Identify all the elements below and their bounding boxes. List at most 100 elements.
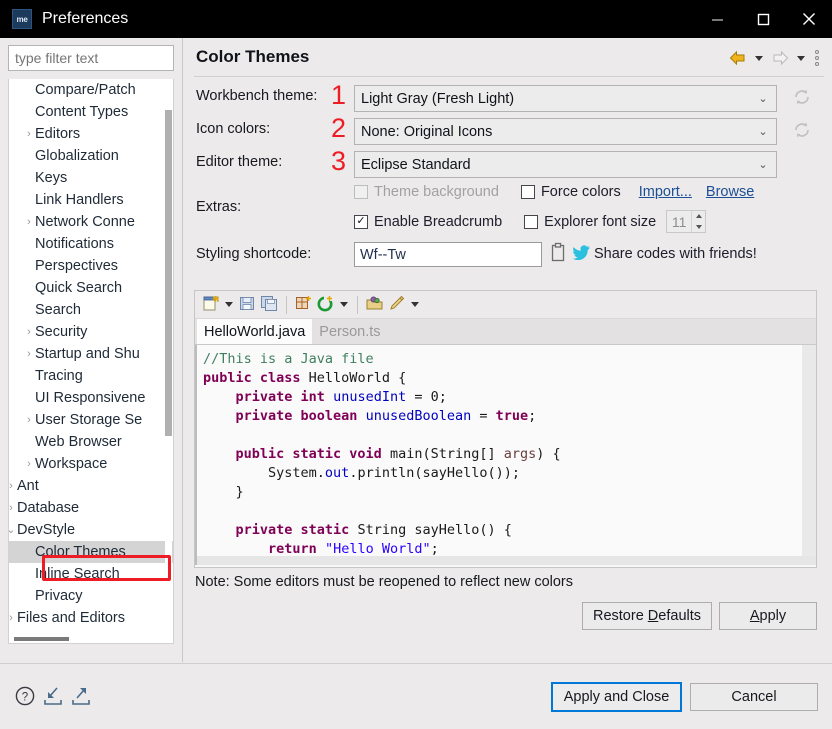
chevron-right-icon[interactable]: ›	[23, 409, 35, 431]
sidebar-item-notifications[interactable]: Notifications	[9, 233, 173, 255]
sidebar-item-label: Inline Search	[35, 566, 120, 582]
chevron-right-icon[interactable]: ›	[23, 343, 35, 365]
sidebar-item-devstyle[interactable]: ⌄DevStyle	[9, 519, 173, 541]
stepper-up-icon[interactable]	[692, 211, 705, 222]
browse-link[interactable]: Browse	[706, 184, 754, 200]
apply-and-close-button[interactable]: Apply and Close	[551, 682, 682, 712]
chevron-down-icon[interactable]: ⌄	[9, 519, 17, 541]
sidebar-item-link-handlers[interactable]: Link Handlers	[9, 189, 173, 211]
styling-shortcode-row: Styling shortcode: Wf--Tw Share codes wi…	[184, 237, 832, 273]
sidebar-item-network-conne[interactable]: › Network Conne	[9, 211, 173, 233]
explorer-font-size-checkbox[interactable]: Explorer font size	[524, 214, 656, 230]
sidebar-item-perspectives[interactable]: Perspectives	[9, 255, 173, 277]
stepper-buttons[interactable]	[691, 211, 705, 232]
import-link[interactable]: Import...	[639, 184, 692, 200]
code-vertical-scrollbar[interactable]	[802, 345, 816, 565]
styling-shortcode-input[interactable]: Wf--Tw	[354, 242, 542, 267]
minimize-button[interactable]	[694, 0, 740, 38]
twitter-bird-icon[interactable]	[572, 245, 590, 263]
close-button[interactable]	[786, 0, 832, 38]
tree-hscroll-thumb[interactable]	[14, 637, 69, 641]
sidebar-item-ui-responsivene[interactable]: UI Responsivene	[9, 387, 173, 409]
edit-pen-icon[interactable]	[387, 294, 406, 316]
theme-background-checkbox[interactable]: Theme background	[354, 184, 499, 200]
sidebar-item-color-themes[interactable]: Color Themes	[9, 541, 173, 563]
forward-dropdown-chevron-down-icon[interactable]	[794, 46, 808, 70]
edit-chevron-down-icon[interactable]	[409, 302, 421, 307]
sidebar-item-tracing[interactable]: Tracing	[9, 365, 173, 387]
code-token: main(String[]	[389, 446, 504, 462]
icon-colors-refresh-icon[interactable]	[792, 120, 814, 142]
sidebar-item-keys[interactable]: Keys	[9, 167, 173, 189]
sidebar-item-search[interactable]: Search	[9, 299, 173, 321]
sidebar-item-editors[interactable]: › Editors	[9, 123, 173, 145]
sidebar-item-files-and-editors[interactable]: › Files and Editors	[9, 607, 173, 629]
sidebar-item-ant[interactable]: › Ant	[9, 475, 173, 497]
sidebar-item-label: Link Handlers	[35, 192, 124, 208]
new-file-icon[interactable]	[201, 294, 220, 316]
new-file-chevron-down-icon[interactable]	[223, 302, 235, 307]
tree-scroll-thumb[interactable]	[165, 110, 172, 436]
force-colors-label: Force colors	[540, 184, 621, 200]
sidebar-item-database[interactable]: › Database	[9, 497, 173, 519]
workbench-theme-refresh-icon[interactable]	[792, 87, 814, 109]
preferences-tree[interactable]: Compare/Patch Content Types › Editors Global…	[8, 79, 174, 644]
workbench-theme-select[interactable]: Light Gray (Fresh Light) ⌄	[354, 85, 777, 112]
sidebar-item-startup-and-shu[interactable]: › Startup and Shu	[9, 343, 173, 365]
chevron-right-icon[interactable]: ›	[23, 321, 35, 343]
chevron-right-icon[interactable]: ›	[9, 497, 17, 519]
tree-horizontal-scrollbar[interactable]	[10, 637, 173, 642]
run-chevron-down-icon[interactable]	[338, 302, 350, 307]
preview-toolbar	[195, 291, 816, 319]
chevron-right-icon[interactable]: ›	[23, 211, 35, 233]
chevron-right-icon[interactable]: ›	[9, 475, 17, 497]
export-arrow-icon[interactable]	[70, 685, 92, 710]
maximize-button[interactable]	[740, 0, 786, 38]
apply-label: Apply	[749, 608, 787, 624]
apply-button[interactable]: Apply	[719, 602, 817, 630]
enable-breadcrumb-checkbox[interactable]: ✓ Enable Breadcrumb	[354, 214, 502, 230]
preview-tab-person-ts[interactable]: Person.ts	[312, 319, 387, 344]
save-icon[interactable]	[238, 294, 257, 316]
sidebar-item-workspace[interactable]: › Workspace	[9, 453, 173, 475]
import-arrow-icon[interactable]	[42, 685, 64, 710]
cancel-label: Cancel	[731, 689, 777, 705]
restore-defaults-button[interactable]: Restore Defaults	[582, 602, 712, 630]
sidebar-item-web-browser[interactable]: Web Browser	[9, 431, 173, 453]
cancel-button[interactable]: Cancel	[690, 683, 818, 711]
refresh-run-icon[interactable]	[316, 294, 335, 316]
sidebar-item-content-types[interactable]: Content Types	[9, 101, 173, 123]
chevron-right-icon[interactable]: ›	[23, 453, 35, 475]
reopen-editors-note: Note: Some editors must be reopened to r…	[195, 574, 573, 590]
back-dropdown-chevron-down-icon[interactable]	[752, 46, 766, 70]
editor-theme-select[interactable]: Eclipse Standard ⌄	[354, 151, 777, 178]
chevron-right-icon[interactable]: ›	[9, 607, 17, 629]
save-all-icon[interactable]	[260, 294, 279, 316]
sidebar-item-inline-search[interactable]: Inline Search	[9, 563, 173, 585]
force-colors-checkbox[interactable]: Force colors	[520, 184, 621, 200]
copy-shortcode-button[interactable]	[550, 242, 566, 265]
chevron-right-icon[interactable]: ›	[23, 123, 35, 145]
stepper-down-icon[interactable]	[692, 222, 705, 233]
sidebar-item-compare-patch[interactable]: Compare/Patch	[9, 79, 173, 101]
filter-input[interactable]	[8, 45, 174, 71]
icon-colors-select[interactable]: None: Original Icons ⌄	[354, 118, 777, 145]
preview-tab-helloworld-java[interactable]: HelloWorld.java	[197, 319, 313, 344]
open-package-icon[interactable]	[365, 294, 384, 316]
new-window-icon[interactable]	[294, 294, 313, 316]
back-arrow-icon[interactable]	[726, 46, 750, 70]
sidebar-item-privacy[interactable]: Privacy	[9, 585, 173, 607]
sidebar-item-globalization[interactable]: Globalization	[9, 145, 173, 167]
preview-code-editor[interactable]: //This is a Java file public class HelloW…	[195, 345, 816, 565]
code-token: = 0;	[406, 389, 447, 405]
vertical-dots-icon[interactable]	[810, 46, 824, 70]
code-horizontal-scrollbar[interactable]	[197, 556, 816, 565]
tree-vertical-scrollbar[interactable]	[165, 80, 172, 643]
sidebar-item-quick-search[interactable]: Quick Search	[9, 277, 173, 299]
sidebar-item-user-storage-se[interactable]: › User Storage Se	[9, 409, 173, 431]
help-question-icon[interactable]: ?	[14, 685, 36, 710]
explorer-font-size-stepper[interactable]: 11	[666, 210, 707, 233]
sidebar-item-security[interactable]: › Security	[9, 321, 173, 343]
